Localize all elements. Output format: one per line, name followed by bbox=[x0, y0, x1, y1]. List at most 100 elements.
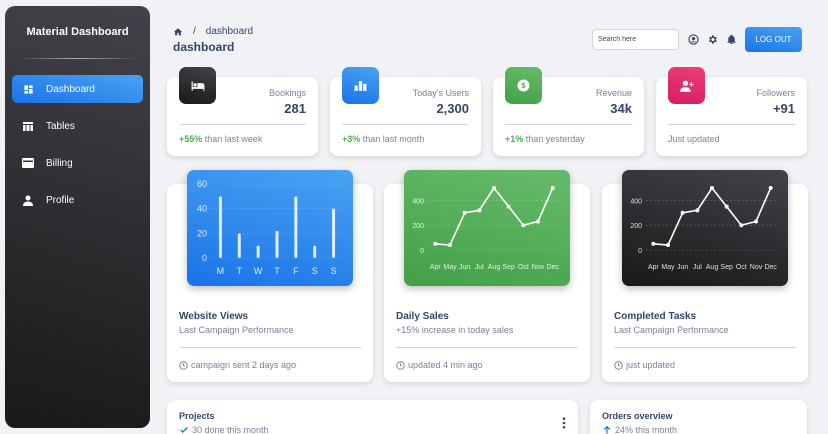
x-tick-label: Dec bbox=[764, 264, 777, 271]
sidebar-item-billing[interactable]: Billing bbox=[12, 149, 143, 177]
settings-icon[interactable] bbox=[707, 34, 718, 45]
dashboard-icon bbox=[22, 83, 34, 95]
sidebar: Material Dashboard Dashboard Tables Bill… bbox=[5, 6, 150, 428]
x-tick-label: T bbox=[274, 266, 280, 276]
stat-card-bookings: Bookings 281 +55% than last week bbox=[167, 67, 318, 156]
card-subtitle-text: 30 done this month bbox=[192, 425, 269, 434]
x-tick-label: Oct bbox=[518, 264, 529, 271]
stat-footer-text: than last month bbox=[360, 134, 425, 144]
data-point bbox=[521, 223, 526, 228]
card-divider bbox=[396, 347, 578, 348]
x-tick-label: Jun bbox=[677, 264, 688, 271]
billing-icon bbox=[22, 157, 34, 169]
x-tick-label: Oct bbox=[736, 264, 747, 271]
stat-icon-box: $ bbox=[505, 67, 542, 104]
stat-card-revenue: $ Revenue 34k +1% than yesterday bbox=[493, 67, 644, 156]
account-icon[interactable] bbox=[688, 34, 699, 45]
card-subtitle: 30 done this month bbox=[179, 425, 269, 434]
y-tick-label: 0 bbox=[638, 248, 642, 255]
home-icon[interactable] bbox=[173, 27, 183, 37]
search-input[interactable] bbox=[592, 29, 679, 50]
x-tick-label: Sep bbox=[720, 264, 733, 271]
y-tick-label: 200 bbox=[630, 223, 642, 230]
bed-icon bbox=[191, 80, 204, 91]
check-icon bbox=[180, 427, 188, 433]
sidebar-item-dashboard[interactable]: Dashboard bbox=[12, 75, 143, 103]
stat-value: +91 bbox=[772, 101, 795, 116]
data-point bbox=[739, 223, 744, 228]
clock-icon bbox=[179, 360, 188, 370]
card-subtitle: Last Campaign Performance bbox=[179, 325, 294, 335]
data-point bbox=[462, 210, 467, 215]
x-tick-label: Nov bbox=[532, 264, 545, 271]
card-subtitle-text: 24% this month bbox=[615, 425, 678, 434]
logout-button[interactable]: LOG OUT bbox=[745, 27, 802, 52]
bar bbox=[256, 245, 260, 258]
card-title: Orders overview bbox=[602, 411, 673, 421]
bar bbox=[275, 230, 279, 258]
y-tick-label: 20 bbox=[197, 228, 207, 238]
bar bbox=[237, 233, 241, 258]
y-tick-label: 400 bbox=[412, 198, 424, 205]
card-subtitle: +15% increase in today sales bbox=[396, 325, 514, 335]
notification-bell-icon[interactable] bbox=[726, 34, 737, 45]
stat-change: +55% bbox=[179, 134, 203, 144]
y-tick-label: 40 bbox=[197, 204, 207, 214]
brand-title[interactable]: Material Dashboard bbox=[5, 6, 150, 58]
data-point bbox=[550, 186, 555, 190]
stat-icon-box bbox=[342, 67, 379, 104]
stat-value: 2,300 bbox=[436, 101, 469, 116]
card-footer-text: updated 4 min ago bbox=[408, 360, 483, 370]
person-icon bbox=[22, 194, 34, 206]
breadcrumb: / dashboard bbox=[173, 26, 253, 37]
stat-icon-box bbox=[179, 67, 216, 104]
card-divider bbox=[179, 347, 361, 348]
sidebar-item-label: Dashboard bbox=[46, 83, 95, 95]
card-title: Projects bbox=[179, 411, 215, 421]
chart-card-daily-sales: 0 200 400 Apr May Jun Jul Aug Sep Oct Nov Dec Daily… bbox=[384, 170, 590, 382]
bar bbox=[218, 196, 222, 258]
data-point bbox=[506, 204, 511, 209]
data-point bbox=[477, 208, 482, 213]
x-tick-label: Aug bbox=[706, 264, 719, 271]
line-chart: 0 200 400 Apr May Jun Jul Aug Sep Oct Nov Dec bbox=[630, 186, 778, 271]
breadcrumb-current: dashboard bbox=[205, 26, 254, 37]
sidebar-item-profile[interactable]: Profile bbox=[12, 186, 143, 214]
stat-label: Followers bbox=[756, 88, 795, 98]
sidebar-item-label: Profile bbox=[46, 194, 75, 206]
sidebar-item-tables[interactable]: Tables bbox=[12, 112, 143, 140]
brand-divider bbox=[17, 58, 138, 59]
x-tick-label: Jul bbox=[475, 264, 484, 271]
x-tick-label: May bbox=[443, 264, 457, 271]
chart-panel: 0 20 40 60 M T W T F S S bbox=[187, 170, 353, 286]
x-tick-label: May bbox=[661, 264, 675, 271]
stat-label: Today's Users bbox=[412, 88, 469, 98]
data-point bbox=[492, 186, 496, 190]
x-tick-label: Sep bbox=[502, 264, 515, 271]
y-tick-label: 0 bbox=[420, 248, 424, 255]
card-title: Daily Sales bbox=[396, 311, 449, 322]
card-footer-text: campaign sent 2 days ago bbox=[191, 360, 297, 370]
stat-label: Revenue bbox=[595, 88, 632, 98]
stat-divider bbox=[668, 124, 795, 125]
card-footer: just updated bbox=[614, 360, 675, 370]
stat-footer: +3% than last month bbox=[342, 134, 424, 144]
person-add-icon bbox=[679, 80, 693, 92]
card-title: Website Views bbox=[179, 311, 249, 322]
stat-divider bbox=[505, 124, 632, 125]
stat-value: 34k bbox=[610, 101, 632, 116]
stat-footer: +1% than yesterday bbox=[505, 134, 585, 144]
stat-footer: +55% than last week bbox=[179, 134, 262, 144]
data-point bbox=[680, 210, 685, 215]
x-tick-label: Apr bbox=[648, 264, 660, 271]
chart-panel: 0 200 400 Apr May Jun Jul Aug Sep Oct Nov Dec bbox=[622, 170, 788, 286]
stat-change: +1% bbox=[505, 134, 524, 144]
more-vert-icon[interactable] bbox=[562, 417, 566, 429]
card-subtitle: 24% this month bbox=[602, 425, 677, 434]
page-title: dashboard bbox=[173, 40, 235, 54]
data-point bbox=[536, 219, 540, 224]
stat-value: 281 bbox=[284, 101, 306, 116]
x-tick-label: Jul bbox=[693, 264, 702, 271]
data-point bbox=[651, 241, 656, 246]
x-tick-label: Apr bbox=[430, 264, 442, 271]
